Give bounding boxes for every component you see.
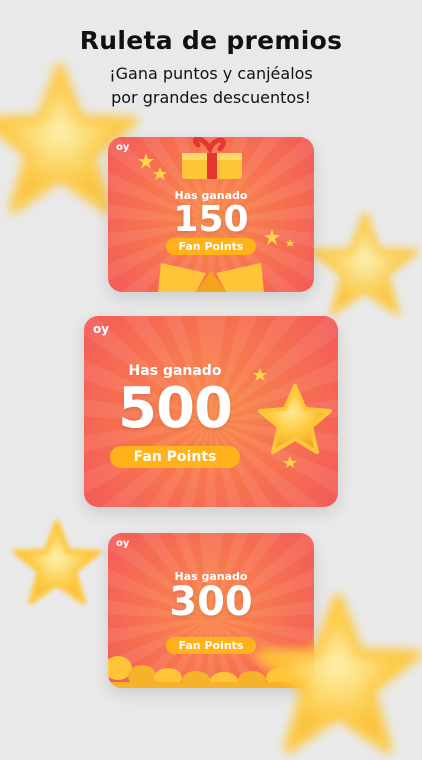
sparkle-stars-icon [138,153,167,180]
page-subtitle: ¡Gana puntos y canjéalos por grandes des… [0,62,422,110]
subtitle-line-1: ¡Gana puntos y canjéalos [109,64,313,83]
prize-card-150: oy Has ganado 150 Fan Points [108,137,314,292]
points-value: 500 [118,376,233,441]
fan-points-badge: Fan Points [110,446,240,468]
background-star-icon [12,519,102,605]
open-box-icon [158,263,264,292]
background-star-icon [311,212,419,316]
brand-logo: oy [116,142,130,153]
points-value: 150 [173,199,249,240]
gift-box-icon [182,137,242,179]
star-icon [253,368,332,468]
brand-logo: oy [93,322,110,336]
page-title: Ruleta de premios [79,26,343,55]
brand-logo: oy [116,538,130,549]
prize-card-500: oy Has ganado 500 Fan Points [84,316,338,507]
fan-points-badge: Fan Points [166,238,256,255]
subtitle-line-2: por grandes descuentos! [111,88,311,107]
background-star-icon [254,593,422,754]
